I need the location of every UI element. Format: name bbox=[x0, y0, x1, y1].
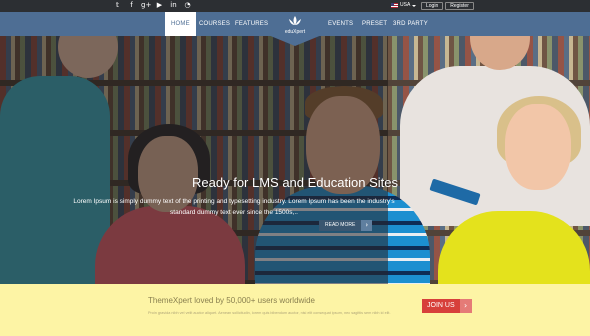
promo-text: Proin gravida nibh vel velit auctor aliq… bbox=[148, 311, 391, 315]
join-us-button[interactable]: JOIN US › bbox=[422, 299, 472, 313]
chevron-right-icon: › bbox=[361, 220, 373, 231]
hero-text: Lorem Ipsum is simply dummy text of the … bbox=[73, 198, 395, 216]
promo-bar: ThemeXpert loved by 50,000+ users worldw… bbox=[0, 284, 590, 336]
login-button[interactable]: Login bbox=[421, 2, 444, 10]
nav-item-features[interactable]: FEATURES bbox=[235, 12, 268, 36]
read-more-label: READ MORE bbox=[319, 220, 362, 231]
language-selector[interactable]: USA bbox=[391, 2, 417, 9]
hero-slider: Ready for LMS and Education Sites Lorem … bbox=[0, 36, 590, 284]
register-button[interactable]: Register bbox=[445, 2, 474, 10]
nav-item-home[interactable]: HOME bbox=[165, 12, 196, 36]
promo-title: ThemeXpert loved by 50,000+ users worldw… bbox=[148, 296, 315, 305]
us-flag-icon bbox=[391, 3, 398, 8]
twitter-icon[interactable]: 𝕥 bbox=[113, 1, 122, 10]
hero-dim-overlay bbox=[0, 36, 388, 284]
read-more-button[interactable]: READ MORE › bbox=[319, 220, 373, 231]
language-label: USA bbox=[400, 2, 411, 8]
nav-item-courses[interactable]: COURSES bbox=[199, 12, 230, 36]
lotus-logo-icon bbox=[289, 16, 301, 25]
nav-item-events[interactable]: EVENTS bbox=[328, 12, 353, 36]
facebook-icon[interactable]: f bbox=[127, 1, 136, 10]
nav-item-preset[interactable]: PRESET bbox=[362, 12, 387, 36]
chevron-right-icon: › bbox=[459, 299, 472, 313]
linkedin-icon[interactable]: in bbox=[169, 1, 178, 10]
join-us-label: JOIN US bbox=[422, 299, 460, 313]
rss-icon[interactable]: ◔ bbox=[183, 1, 192, 10]
nav-item-3rd-party[interactable]: 3RD PARTY bbox=[393, 12, 428, 36]
hero-title: Ready for LMS and Education Sites bbox=[192, 175, 398, 190]
auth-buttons: Login Register bbox=[421, 2, 474, 10]
logo-text: eduXpert bbox=[284, 29, 306, 35]
student-face bbox=[505, 104, 571, 190]
social-links: 𝕥 f g+ ▶ in ◔ bbox=[113, 1, 192, 10]
top-bar: 𝕥 f g+ ▶ in ◔ USA Login Register bbox=[0, 0, 590, 12]
chevron-down-icon bbox=[412, 4, 417, 7]
youtube-icon[interactable]: ▶ bbox=[155, 1, 164, 10]
google-plus-icon[interactable]: g+ bbox=[141, 1, 151, 10]
